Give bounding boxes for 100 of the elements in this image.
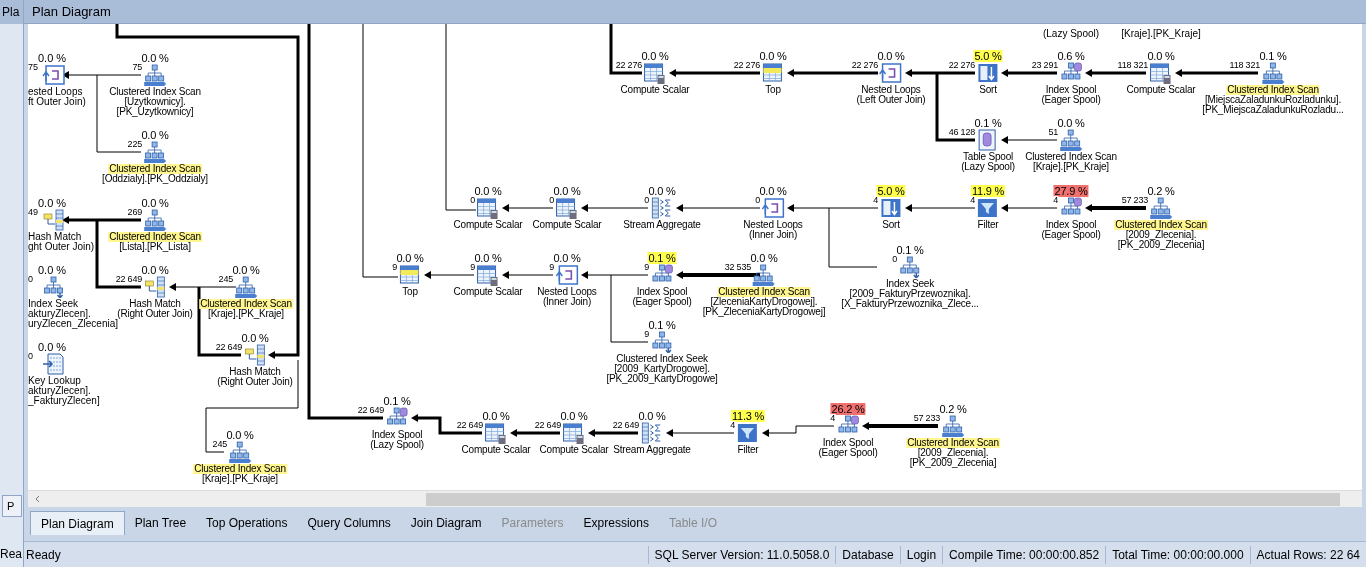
operator-detail: (Eager Spool) xyxy=(1041,230,1101,240)
cost-label: 0.1 % xyxy=(382,395,412,407)
operator-detail: (Eager Spool) xyxy=(818,448,878,458)
cost-label: 0.0 % xyxy=(38,197,67,209)
operator-name: Clustered Index Scan xyxy=(108,232,202,242)
operator-detail: (Right Outer Join) xyxy=(217,377,293,387)
operator-detail: (Eager Spool) xyxy=(1041,95,1101,105)
tab[interactable]: Top Operations xyxy=(196,511,298,535)
operator-detail: (Eager Spool) xyxy=(632,297,692,307)
row-count: 75 xyxy=(28,63,39,72)
row-count: 0 xyxy=(755,196,760,205)
status-item: Total Time: 00:00:00.000 xyxy=(1105,545,1250,564)
row-count: 4 xyxy=(970,196,975,205)
cost-label: 0.0 % xyxy=(38,52,67,64)
operator-name: Index Spool xyxy=(636,287,688,297)
row-count: 46 128 xyxy=(948,128,975,137)
operator-detail: uryZlecen_Zlecenia] xyxy=(28,319,119,329)
operator-name: Sort xyxy=(881,220,901,230)
row-count: 22 276 xyxy=(733,61,760,70)
status-item: Login xyxy=(899,545,943,564)
operator-detail: [2009_KartyDrogowe]. xyxy=(614,364,710,374)
cost-label: 0.0 % xyxy=(140,129,170,141)
tab[interactable]: Join Diagram xyxy=(400,511,492,535)
operator-detail: [Kraje].[PK_Kraje] xyxy=(1121,29,1201,39)
operator-name: Nested Loops xyxy=(861,85,921,95)
cost-label: 0.0 % xyxy=(637,410,667,422)
scrollbar-thumb[interactable] xyxy=(426,492,1340,506)
nested-loops-icon xyxy=(879,62,903,84)
row-count: 23 291 xyxy=(1031,61,1058,70)
row-count: 49 xyxy=(28,208,39,217)
operator-name: Clustered Index Seek xyxy=(615,354,709,364)
filter-icon xyxy=(736,422,760,444)
cost-label: 26.2 % xyxy=(830,403,866,415)
operator-detail: (Left Outer Join) xyxy=(856,95,926,105)
operator-name: Index Spool xyxy=(822,438,874,448)
operator-name: Hash Match xyxy=(28,232,82,242)
row-count: 0 xyxy=(470,196,475,205)
tab[interactable]: Query Columns xyxy=(297,511,401,535)
operator-detail: [Kraje].[PK_Kraje] xyxy=(1033,162,1109,172)
compute-scalar-icon xyxy=(643,62,667,84)
operator-detail: (Inner Join) xyxy=(542,297,592,307)
cost-label: 0.0 % xyxy=(140,197,170,209)
cost-label: 0.0 % xyxy=(552,185,582,197)
cost-label: 0.1 % xyxy=(1258,50,1288,62)
operator-name: Hash Match xyxy=(128,299,182,309)
top-icon xyxy=(398,264,422,286)
tab[interactable]: Plan Diagram xyxy=(30,511,125,535)
operator-name: Clustered Index Scan xyxy=(717,287,811,297)
tab[interactable]: Expressions xyxy=(573,511,659,535)
cost-label: 0.0 % xyxy=(231,264,261,276)
operator-detail: [PK_2009_KartyDrogowe] xyxy=(606,374,718,384)
operator-detail: [Oddzialy].[PK_Oddzialy] xyxy=(102,174,208,184)
compute-scalar-icon xyxy=(476,197,500,219)
cost-label: 0.0 % xyxy=(647,185,677,197)
row-count: 0 xyxy=(28,275,34,284)
tab[interactable]: P xyxy=(2,495,22,517)
index-scan-icon xyxy=(143,209,167,231)
operator-detail: [Kraje].[PK_Kraje] xyxy=(208,309,284,319)
operator-detail: _FakturyZlecen] xyxy=(28,396,100,406)
operator-name: Sort xyxy=(978,85,998,95)
operator-detail: [MiejscaZaladunkuRozladunku]. xyxy=(1205,95,1341,105)
operator-name: Clustered Index Scan xyxy=(906,438,1000,448)
operator-detail: [PK_ZleceniaKartyDrogowej] xyxy=(702,307,826,317)
status-item: Actual Rows: 22 64 xyxy=(1249,545,1366,564)
cost-label: 0.0 % xyxy=(473,252,503,264)
panel-title: Plan Diagram xyxy=(32,2,111,21)
cost-label: 0.6 % xyxy=(1056,50,1086,62)
operator-detail: (Right Outer Join) xyxy=(117,309,193,319)
cost-label: 0.0 % xyxy=(140,52,170,64)
cost-label: 0.0 % xyxy=(559,410,589,422)
row-count: 22 649 xyxy=(115,275,142,284)
row-count: 9 xyxy=(644,263,649,272)
operator-detail: ft Outer Join) xyxy=(28,97,86,107)
compute-scalar-icon xyxy=(484,422,508,444)
operator-detail: [PK_MiejscaZaladunkuRozladu... xyxy=(1202,105,1344,115)
hash-match-icon xyxy=(143,276,167,298)
row-count: 57 233 xyxy=(1121,196,1148,205)
cost-label: 0.0 % xyxy=(876,50,906,62)
index-scan-icon xyxy=(752,264,776,286)
compute-scalar-icon xyxy=(562,422,586,444)
row-count: 118 321 xyxy=(1117,61,1148,70)
cost-label: 0.0 % xyxy=(240,332,270,344)
row-count: 245 xyxy=(212,440,227,449)
row-count: 9 xyxy=(644,330,649,339)
cost-label: 0.0 % xyxy=(1056,117,1086,129)
cost-label: 0.0 % xyxy=(1146,50,1176,62)
tab[interactable]: Plan Tree xyxy=(124,511,197,535)
row-count: 0 xyxy=(28,352,34,361)
index-scan-icon xyxy=(1149,197,1173,219)
operator-detail: [PK_Uzytkownicy] xyxy=(116,107,194,117)
key-lookup-icon xyxy=(42,353,66,375)
hash-match-icon xyxy=(42,209,66,231)
operator-name: Compute Scalar xyxy=(460,445,532,455)
operator-detail: (Inner Join) xyxy=(748,230,798,240)
status-item: SQL Server Version: 11.0.5058.0 xyxy=(647,545,836,564)
cost-label: 0.0 % xyxy=(758,50,788,62)
connector xyxy=(502,204,554,212)
cost-label: 0.0 % xyxy=(758,185,788,197)
operator-detail: [Uzytkownicy]. xyxy=(124,97,186,107)
row-count: 22 649 xyxy=(612,421,639,430)
